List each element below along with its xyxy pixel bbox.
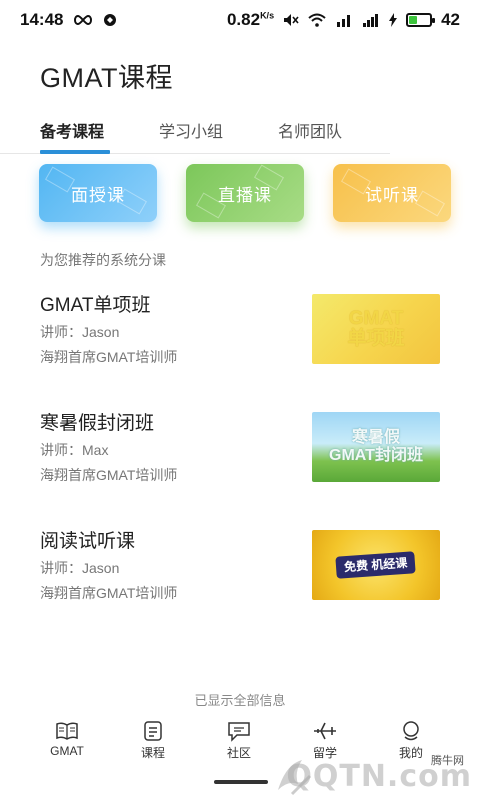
course-name: GMAT单项班 [40,295,151,316]
thumbnail-line-1: 寒暑假 [351,429,400,446]
status-right: 0.82K/s 42 [227,10,460,30]
hex-decoration [414,190,446,217]
teacher-title: 海翔首席GMAT培训师 [40,467,178,483]
book-icon [54,720,80,742]
nav-gmat[interactable]: GMAT [37,720,97,758]
course-teacher: 讲师：Jason [40,560,120,576]
network-speed-value: 0.82 [226,10,261,29]
teacher-title: 海翔首席GMAT培训师 [40,349,178,365]
recommend-section-label: 为您推荐的系统分课 [40,252,166,268]
network-speed-unit: K/s [260,10,275,21]
course-name: 阅读试听课 [40,531,136,552]
active-tab-indicator [40,150,110,154]
thumbnail-text: 免费 机经课 [335,551,417,579]
battery-icon [406,13,436,27]
signal-icon [362,13,380,27]
thumbnail-text: GMAT 单项班 [347,309,404,349]
nav-label: 课程 [140,746,165,760]
course-item[interactable]: GMAT单项班 讲师：Jason 海翔首席GMAT培训师 GMAT 单项班 [0,290,480,380]
profile-icon [398,720,424,742]
live-course-button[interactable]: 直播课 [186,164,304,222]
nav-label: 社区 [226,746,251,760]
page-title: GMAT课程 [40,63,173,93]
live-course-label: 直播课 [218,185,272,205]
course-thumbnail: GMAT 单项班 [312,294,440,364]
signal-4g-icon [335,13,353,27]
in-person-course-button[interactable]: 面授课 [39,164,157,222]
course-thumbnail: 免费 机经课 [312,530,440,600]
course-thumbnail: 寒暑假 GMAT封闭班 [312,412,440,482]
tab-bar: 备考课程 学习小组 名师团队 [0,110,390,154]
charging-icon [389,13,398,27]
notification-dot-icon [103,13,117,27]
in-person-course-label: 面授课 [71,185,125,205]
wifi-icon [308,13,326,27]
thumbnail-text: 寒暑假 GMAT封闭班 [329,429,423,465]
nav-community[interactable]: 社区 [209,720,269,761]
course-teacher: 讲师：Jason [40,324,120,340]
site-watermark: 腾牛网 QQTN.com [270,750,480,800]
status-bar: 14:48 0.82K/s 42 [0,0,480,40]
thumbnail-line-1: GMAT [348,308,404,329]
home-indicator[interactable] [214,780,268,784]
battery-percent: 42 [441,10,460,29]
trial-course-button[interactable]: 试听课 [333,164,451,222]
list-icon [140,720,166,742]
teacher-title: 海翔首席GMAT培训师 [40,585,178,601]
thumbnail-line-2: 单项班 [347,328,405,349]
mute-icon [283,13,299,27]
watermark-text: QQTN.com [286,759,472,794]
status-time: 14:48 [20,10,64,29]
tab-teacher-team[interactable]: 名师团队 [278,118,342,142]
infinity-icon [73,14,93,26]
course-item[interactable]: 阅读试听课 讲师：Jason 海翔首席GMAT培训师 免费 机经课 [0,526,480,616]
thumbnail-line-2: GMAT封闭班 [329,447,423,464]
status-left: 14:48 [20,10,117,30]
network-speed: 0.82K/s [227,10,274,30]
course-name: 寒暑假封闭班 [40,413,155,434]
plane-icon [312,720,338,742]
trial-course-label: 试听课 [365,185,419,205]
all-loaded-note: 已显示全部信息 [194,693,286,708]
course-item[interactable]: 寒暑假封闭班 讲师：Max 海翔首席GMAT培训师 寒暑假 GMAT封闭班 [0,408,480,498]
battery-fill [409,16,418,24]
nav-courses[interactable]: 课程 [123,720,183,761]
chat-icon [226,720,252,742]
course-teacher: 讲师：Max [40,442,109,458]
nav-label: GMAT [50,744,84,758]
tab-prep-courses[interactable]: 备考课程 [40,118,104,142]
tab-study-groups[interactable]: 学习小组 [159,118,223,142]
